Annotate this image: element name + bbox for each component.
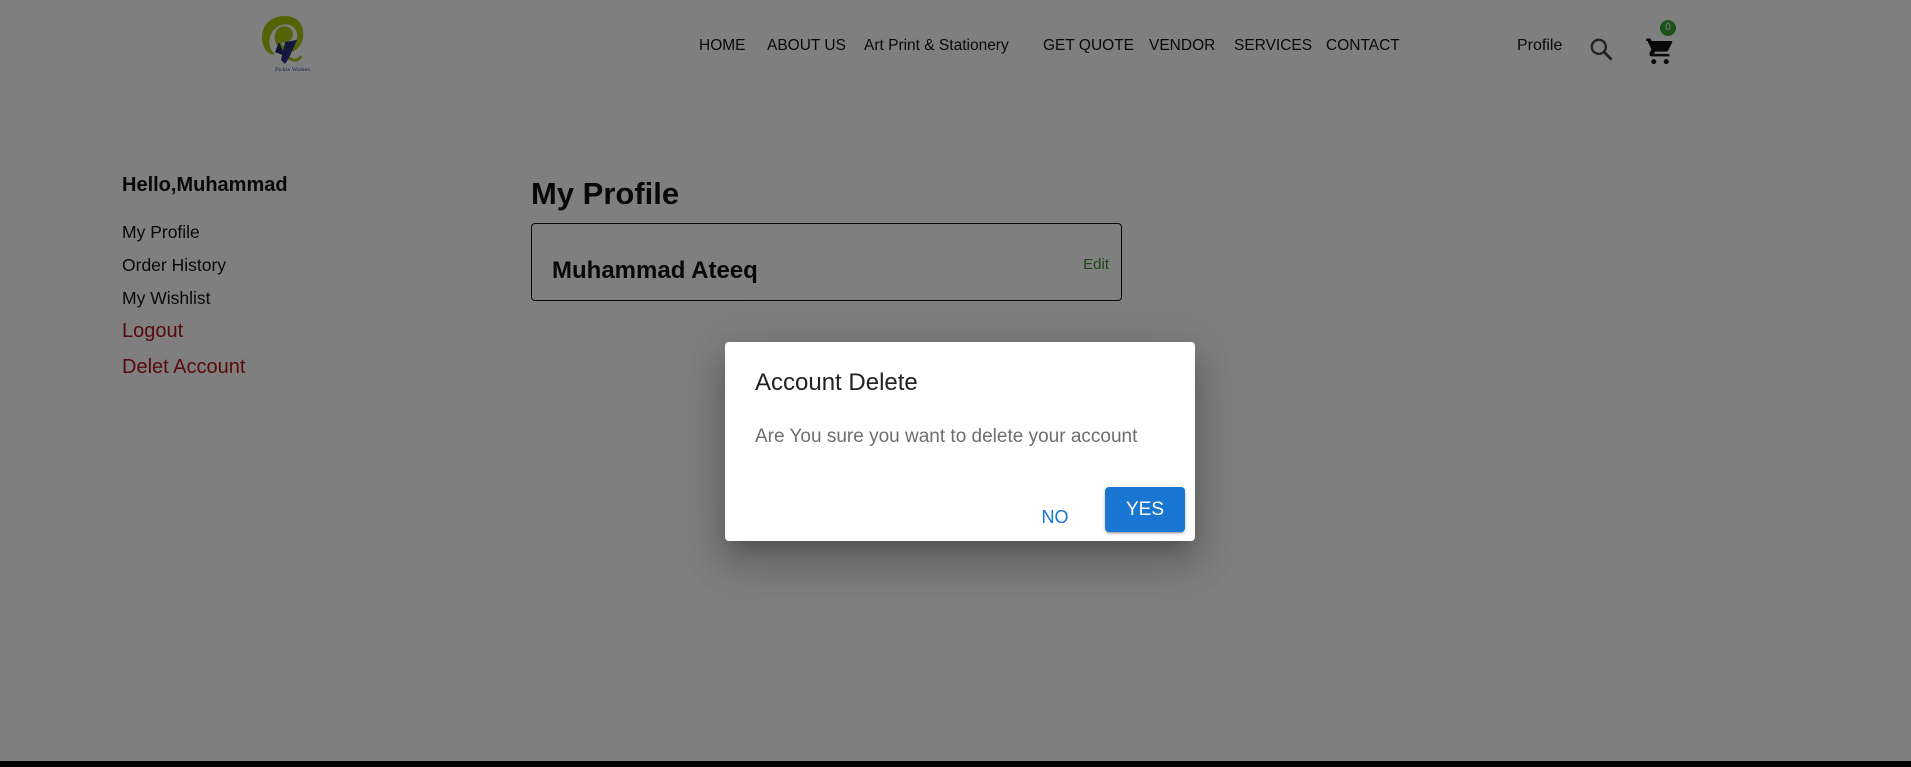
dialog-message: Are You sure you want to delete your acc… (755, 426, 1138, 447)
dialog-title: Account Delete (755, 369, 918, 396)
no-button[interactable]: NO (1023, 499, 1087, 535)
yes-button[interactable]: YES (1105, 487, 1185, 532)
